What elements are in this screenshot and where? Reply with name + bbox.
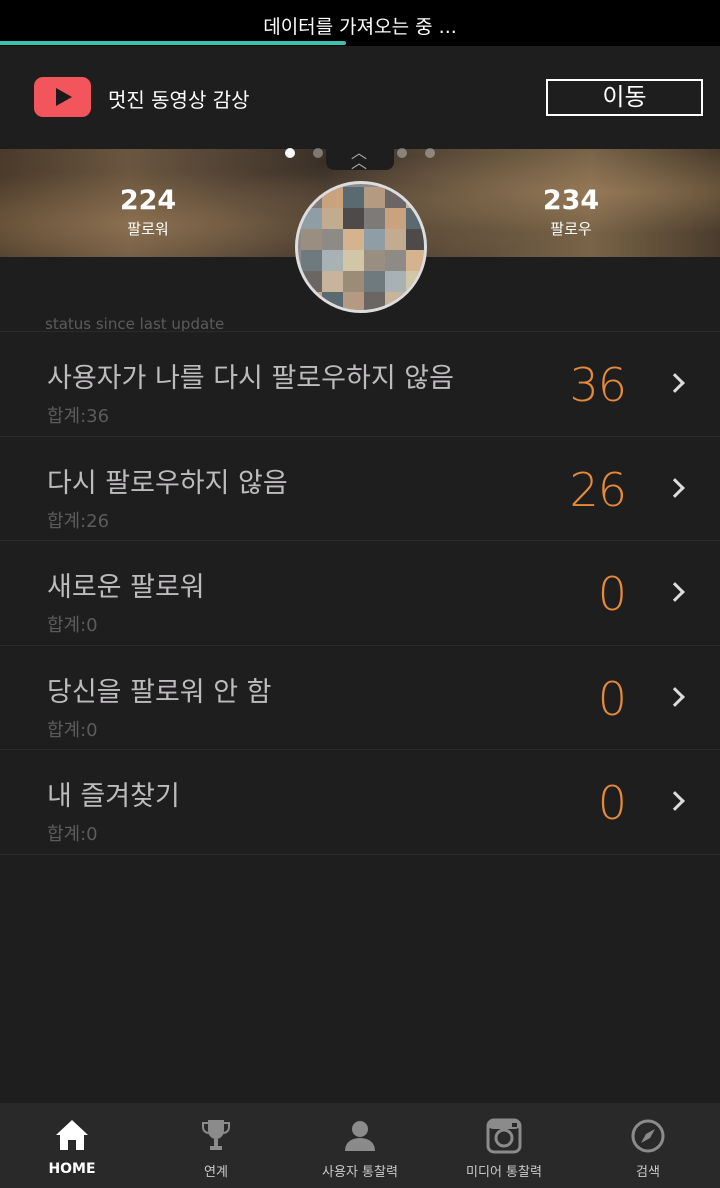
avatar-pixel <box>301 271 322 292</box>
list-item[interactable]: 새로운 팔로워합계:0 0 <box>0 541 720 646</box>
avatar-pixel <box>343 229 364 250</box>
list-item-title: 내 즐겨찾기 <box>47 781 180 812</box>
list-item-count: 0 <box>597 671 627 726</box>
avatar-pixel <box>406 292 424 310</box>
followers-stat[interactable]: 224 팔로워 <box>68 185 228 239</box>
avatar-pixel <box>301 250 322 271</box>
nav-label: 연계 <box>204 1165 228 1180</box>
avatar-pixel <box>364 229 385 250</box>
list-item-count: 36 <box>569 358 627 412</box>
avatar-pixel <box>364 187 385 208</box>
following-stat[interactable]: 234 팔로우 <box>491 185 651 239</box>
avatar-pixel <box>343 271 364 292</box>
list-item[interactable]: 사용자가 나를 다시 팔로우하지 않음합계:36 36 <box>0 332 720 437</box>
avatar-pixel <box>322 292 343 310</box>
trophy-icon <box>202 1120 230 1150</box>
list-item-total: 합계:0 <box>47 824 98 845</box>
page-dot-active <box>285 148 295 158</box>
progress-fill <box>0 41 346 45</box>
loading-text: 데이터를 가져오는 중 ... <box>263 16 457 38</box>
home-icon <box>56 1120 88 1150</box>
list-item-count: 0 <box>597 776 627 830</box>
list-item[interactable]: 당신을 팔로워 안 함합계:0 0 <box>0 646 720 750</box>
page-dot <box>313 148 323 158</box>
list-item-total: 합계:36 <box>47 406 110 427</box>
nav-label: 미디어 통찰력 <box>466 1165 542 1180</box>
instagram-icon <box>486 1118 522 1154</box>
chevron-right-icon <box>665 582 685 602</box>
avatar-pixel <box>406 208 424 229</box>
avatar-pixel <box>322 229 343 250</box>
avatar-pixel <box>385 208 406 229</box>
progress-bar <box>0 41 720 45</box>
status-bar: 데이터를 가져오는 중 ... <box>0 0 720 46</box>
promo-banner: 멋진 동영상 감상 이동 <box>0 46 720 149</box>
avatar-pixel <box>406 250 424 271</box>
avatar-pixel <box>322 250 343 271</box>
list-item-total: 합계:0 <box>47 615 98 636</box>
list-item-count: 26 <box>569 462 627 517</box>
stats-list: 사용자가 나를 다시 팔로우하지 않음 합계:36 36 다시 팔로우하지 않음 합계:… <box>0 331 720 855</box>
avatar-pixel <box>385 271 406 292</box>
avatar-pixel <box>322 271 343 292</box>
nav-user-insights[interactable]: 사용자 통찰력 <box>288 1103 432 1188</box>
avatar-pixel <box>364 271 385 292</box>
list-item[interactable]: 다시 팔로우하지 않음합계:26 26 <box>0 437 720 541</box>
avatar-pixel <box>343 208 364 229</box>
list-item-title: 사용자가 나를 다시 팔로우하지 않음 <box>47 363 454 394</box>
list-item[interactable]: 내 즐겨찾기합계:0 0 <box>0 750 720 855</box>
avatar-pixel <box>343 250 364 271</box>
avatar-pixel <box>301 292 322 310</box>
avatar-pixel <box>322 208 343 229</box>
avatar-pixel <box>406 187 424 208</box>
bottom-nav: HOME 연계 사용자 통찰력 미디어 통찰력 검색 <box>0 1103 720 1188</box>
avatar-pixel <box>385 250 406 271</box>
avatar-pixel <box>385 229 406 250</box>
collapse-handle[interactable]: ︿ ︿ <box>326 143 394 172</box>
nav-ranking[interactable]: 연계 <box>144 1103 288 1188</box>
nav-search[interactable]: 검색 <box>576 1103 720 1188</box>
avatar-pixel <box>301 208 322 229</box>
nav-label: 검색 <box>636 1165 660 1180</box>
list-item-title: 당신을 팔로워 안 함 <box>47 676 272 708</box>
user-icon <box>345 1121 375 1151</box>
nav-media-insights[interactable]: 미디어 통찰력 <box>432 1103 576 1188</box>
compass-icon <box>631 1119 665 1153</box>
avatar-pixel <box>406 229 424 250</box>
chevron-up-icon: ︿ ︿ <box>351 143 368 172</box>
list-item-total: 합계:0 <box>47 719 98 741</box>
page-dot <box>425 148 435 158</box>
nav-home[interactable]: HOME <box>0 1103 144 1188</box>
chevron-right-icon <box>665 791 685 811</box>
chevron-right-icon <box>665 373 685 393</box>
chevron-right-icon <box>665 477 685 498</box>
list-item-title: 새로운 팔로워 <box>47 572 205 603</box>
following-count: 234 <box>542 185 600 216</box>
list-item-count: 0 <box>597 567 627 621</box>
nav-label: 사용자 통찰력 <box>322 1165 398 1180</box>
list-item-total: 합계:26 <box>47 510 110 532</box>
avatar-pixel <box>322 187 343 208</box>
avatar-pixel <box>301 229 322 250</box>
avatar-pixel <box>364 250 385 271</box>
avatar-pixel <box>343 292 364 310</box>
avatar-pixel <box>301 187 322 208</box>
avatar[interactable] <box>295 181 427 313</box>
avatar-pixel <box>385 187 406 208</box>
page-dot <box>397 148 407 158</box>
chevron-right-icon <box>665 686 685 707</box>
avatar-pixel <box>364 208 385 229</box>
followers-count: 224 <box>119 185 177 216</box>
avatar-pixel <box>364 292 385 310</box>
youtube-play-icon <box>34 77 91 117</box>
promo-text: 멋진 동영상 감상 <box>108 88 250 112</box>
nav-label: HOME <box>48 1161 96 1177</box>
list-item-title: 다시 팔로우하지 않음 <box>47 467 288 499</box>
avatar-pixel <box>385 292 406 310</box>
followers-label: 팔로워 <box>127 220 169 238</box>
following-label: 팔로우 <box>550 220 592 238</box>
go-button[interactable]: 이동 <box>546 79 703 116</box>
avatar-pixel <box>406 271 424 292</box>
avatar-pixel <box>343 187 364 208</box>
